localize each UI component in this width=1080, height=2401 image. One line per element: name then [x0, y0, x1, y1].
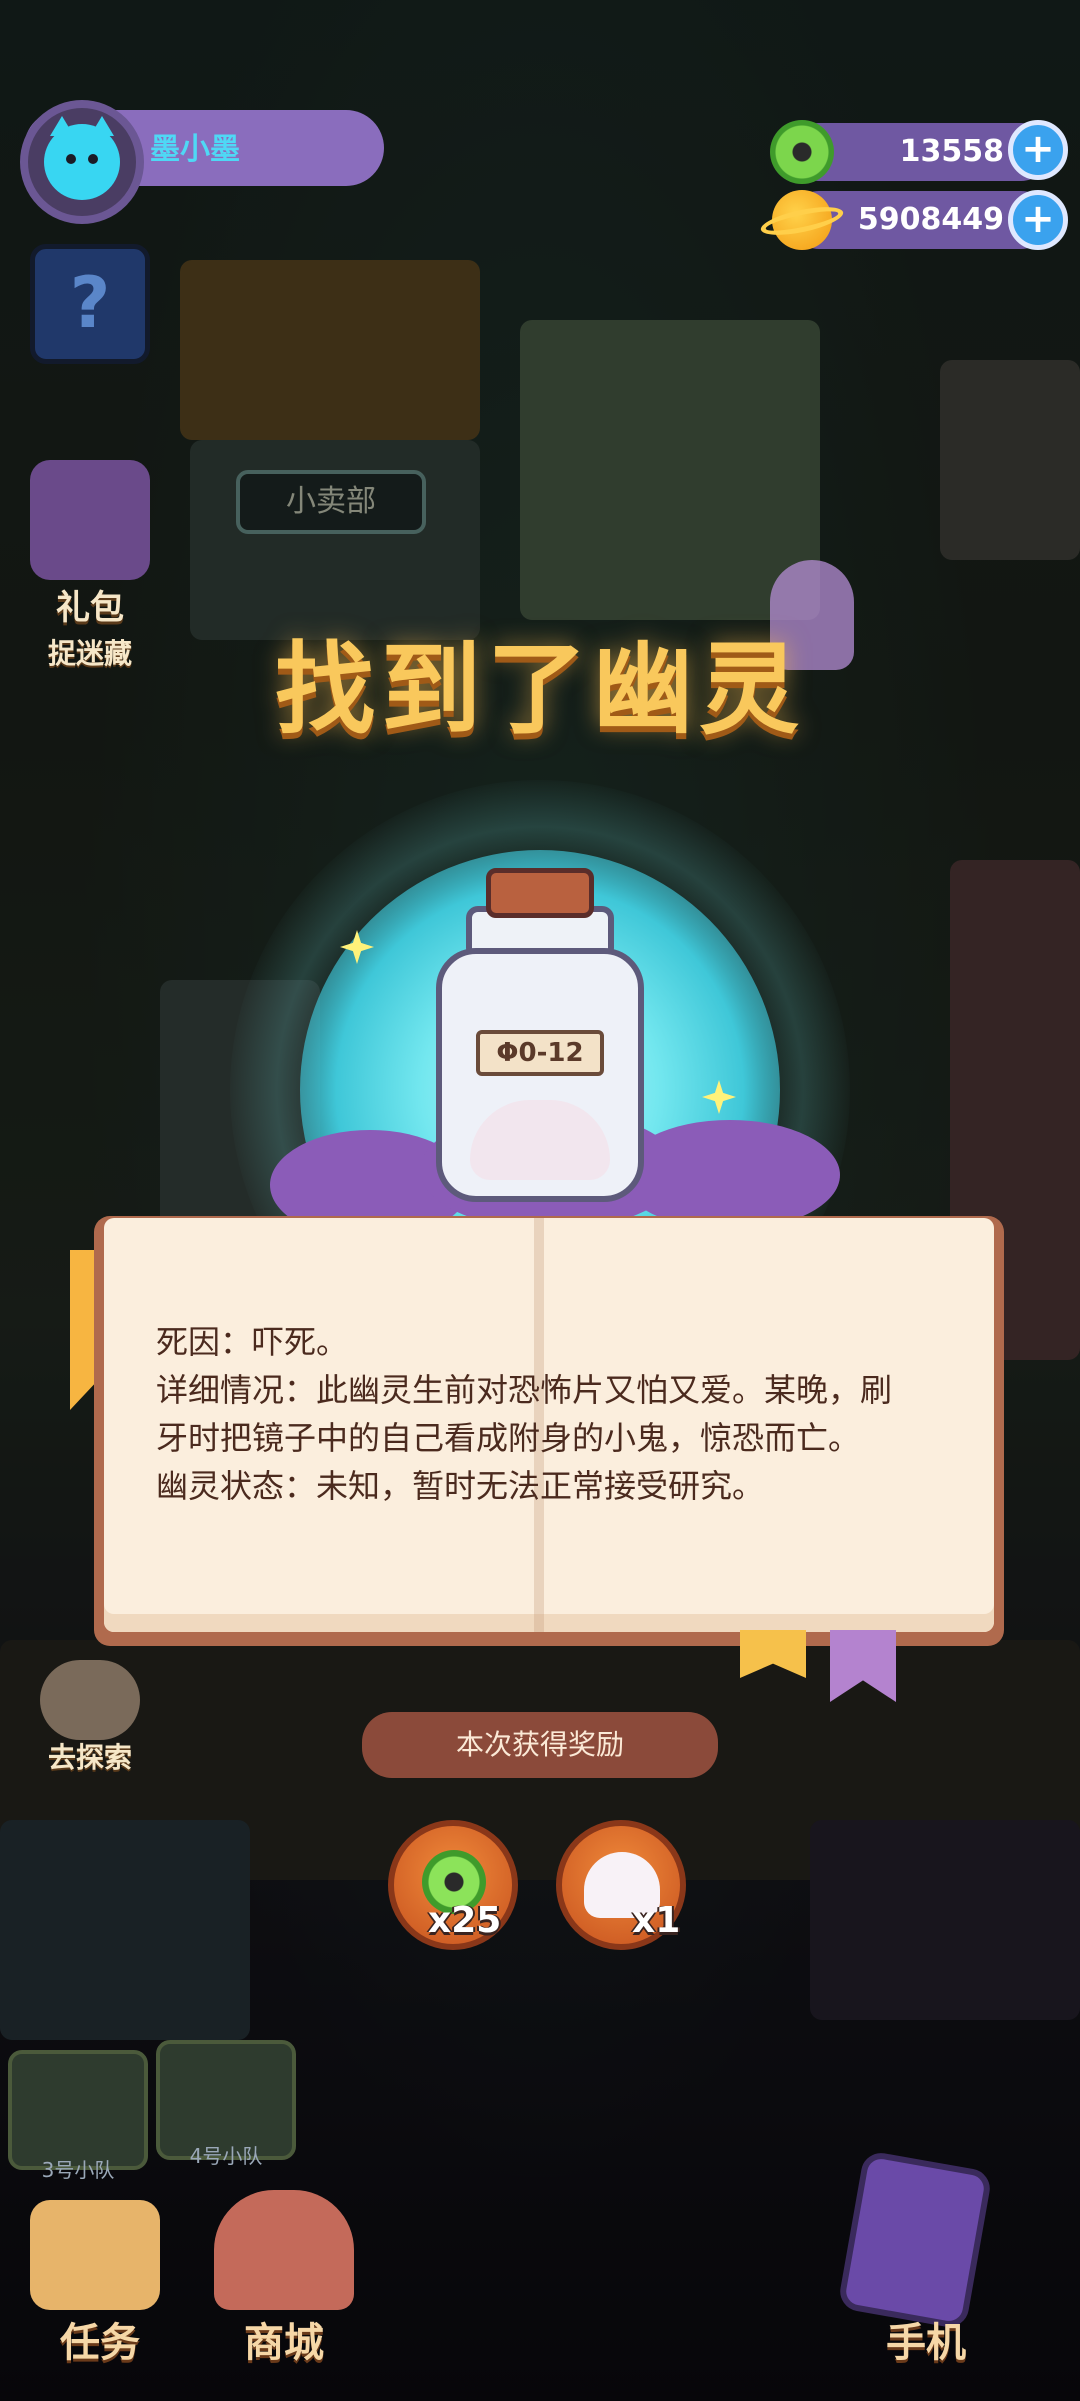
reward-title: 本次获得奖励	[362, 1712, 718, 1778]
gift-box-icon[interactable]	[30, 460, 150, 580]
phone-icon[interactable]	[837, 2149, 993, 2331]
jar-label: Φ0-12	[476, 1030, 604, 1076]
popup-title: 找到了幽灵	[275, 631, 805, 748]
add-donuts-button[interactable]: +	[1008, 120, 1068, 180]
reward-donut-count: x25	[428, 1900, 502, 1941]
nav-task[interactable]: 任务	[20, 2310, 180, 2368]
question-box-icon[interactable]: ?	[30, 244, 150, 364]
team-3-card[interactable]	[8, 2050, 148, 2170]
player-name: 墨小墨	[150, 132, 240, 167]
details-line-1: 详细情况：此幽灵生前对恐怖片又怕又爱。某晚，刷	[156, 1371, 893, 1409]
ghost-description: 死因：吓死。 详细情况：此幽灵生前对恐怖片又怕又爱。某晚，刷 牙时把镜子中的自己…	[156, 1318, 956, 1510]
cat-avatar-icon	[44, 116, 120, 200]
rocket-icon[interactable]	[40, 1660, 140, 1740]
shop-house-icon[interactable]	[214, 2190, 354, 2310]
add-coins-button[interactable]: +	[1008, 190, 1068, 250]
player-avatar[interactable]	[20, 100, 144, 224]
reward-ghost-count: x1	[632, 1900, 681, 1941]
coin-count: 5908449	[857, 202, 1004, 237]
nav-shop[interactable]: 商城	[204, 2310, 364, 2368]
game-screen: 小卖部 墨小墨 13558 + 5908449 + ? 礼包 捉迷藏 去探索 找…	[0, 0, 1080, 2401]
ghost-status-line: 幽灵状态：未知，暂时无法正常接受研究。	[156, 1467, 765, 1505]
details-line-2: 牙时把镜子中的自己看成附身的小鬼，惊恐而亡。	[156, 1419, 861, 1457]
jar-cork	[486, 868, 594, 918]
explore-label[interactable]: 去探索	[20, 1736, 160, 1776]
purple-cloud	[620, 1120, 840, 1230]
nav-phone[interactable]: 手机	[846, 2310, 1006, 2368]
donut-count: 13558	[899, 134, 1004, 169]
task-book-icon[interactable]	[30, 2200, 160, 2310]
team-3-label: 3号小队	[41, 2158, 115, 2182]
cause-of-death-line: 死因：吓死。	[156, 1323, 349, 1361]
team-4-label: 4号小队	[189, 2144, 263, 2168]
